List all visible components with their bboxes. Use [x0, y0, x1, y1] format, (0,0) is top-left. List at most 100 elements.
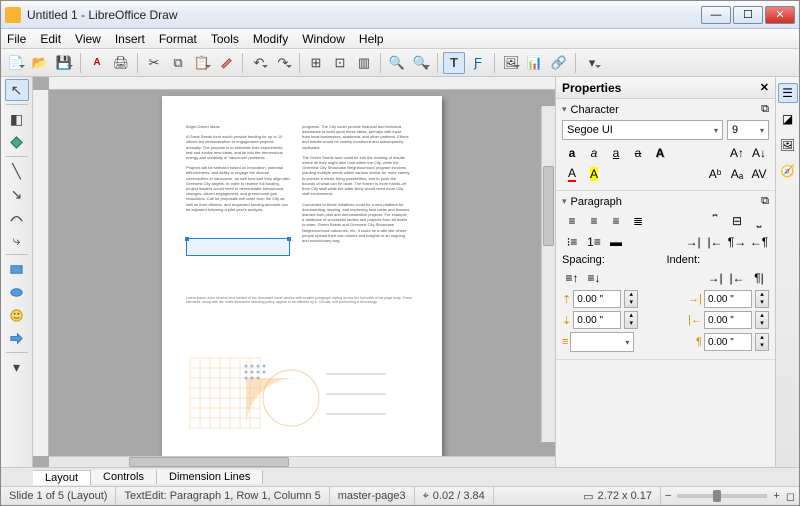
- print-button[interactable]: 🖨: [110, 52, 132, 74]
- vertical-ruler[interactable]: [33, 90, 49, 456]
- line-tool[interactable]: ╲: [5, 160, 29, 182]
- grid-button[interactable]: ⊞: [305, 52, 327, 74]
- valign-mid-button[interactable]: ⊟: [727, 212, 747, 230]
- copy-button[interactable]: ⧉: [167, 52, 189, 74]
- zoom-in-button[interactable]: +: [773, 490, 779, 502]
- underline-button[interactable]: a: [606, 144, 626, 162]
- selected-text-frame[interactable]: [186, 238, 290, 256]
- font-color-button[interactable]: A: [562, 165, 582, 183]
- tab-dimension[interactable]: Dimension Lines: [157, 470, 263, 484]
- connector-tool[interactable]: ⤷: [5, 229, 29, 251]
- align-left-button[interactable]: ≡: [562, 212, 582, 230]
- ltr-button[interactable]: ¶→: [727, 233, 747, 251]
- inc-spacing-button[interactable]: ≡↑: [562, 269, 582, 287]
- panel-close-icon[interactable]: ✕: [760, 81, 769, 94]
- zoom-button[interactable]: 🔍: [386, 52, 408, 74]
- export-pdf-button[interactable]: A: [86, 52, 108, 74]
- zoom-out-button[interactable]: −: [665, 490, 671, 502]
- open-button[interactable]: 📂: [29, 52, 51, 74]
- indent-before-input[interactable]: ▴▾: [704, 290, 769, 308]
- space-above-input[interactable]: ▴▾: [573, 290, 638, 308]
- shadow-button[interactable]: A: [650, 144, 670, 162]
- fill-color-tool[interactable]: [5, 131, 29, 153]
- italic-button[interactable]: a: [584, 144, 604, 162]
- first-line-input[interactable]: ▴▾: [704, 333, 769, 351]
- hyperlink-button[interactable]: 🔗: [548, 52, 570, 74]
- strike-button[interactable]: a: [628, 144, 648, 162]
- highlight-button[interactable]: A: [584, 165, 604, 183]
- menu-window[interactable]: Window: [302, 32, 345, 46]
- section-more-icon[interactable]: ⧉: [761, 103, 769, 116]
- valign-top-button[interactable]: ⎴: [705, 212, 725, 230]
- maximize-button[interactable]: ☐: [733, 6, 763, 24]
- save-button[interactable]: 💾: [53, 52, 75, 74]
- cut-button[interactable]: ✂: [143, 52, 165, 74]
- tab-controls[interactable]: Controls: [91, 470, 157, 484]
- valign-bot-button[interactable]: ⎵: [749, 212, 769, 230]
- tab-layout[interactable]: Layout: [33, 470, 91, 485]
- fontwork-button[interactable]: Ƒ: [467, 52, 489, 74]
- document-viewport[interactable]: Bright Green IdeasA Great Seeds fund wou…: [49, 90, 555, 456]
- undo-button[interactable]: ↶: [248, 52, 270, 74]
- ellipse-tool[interactable]: [5, 281, 29, 303]
- zoom-fit-button[interactable]: ◻: [786, 490, 795, 503]
- rtl-button[interactable]: ←¶: [749, 233, 769, 251]
- minimize-button[interactable]: —: [701, 6, 731, 24]
- helplines-button[interactable]: ▥: [353, 52, 375, 74]
- snap-guides-button[interactable]: ⊡: [329, 52, 351, 74]
- zoom-slider[interactable]: [677, 494, 767, 498]
- status-master[interactable]: master-page3: [330, 487, 415, 505]
- toolbar-overflow[interactable]: ▾: [581, 52, 603, 74]
- smiley-tool[interactable]: [5, 304, 29, 326]
- dec-indent-button[interactable]: |←: [705, 233, 725, 251]
- line-color-tool[interactable]: ◧: [5, 108, 29, 130]
- increase-font-button[interactable]: A↑: [727, 144, 747, 162]
- align-right-button[interactable]: ≡: [606, 212, 626, 230]
- hanging-button[interactable]: ¶|: [749, 269, 769, 287]
- tab-gallery-icon[interactable]: 🖼: [778, 135, 798, 155]
- textbox-button[interactable]: T: [443, 52, 465, 74]
- clone-format-button[interactable]: [215, 52, 237, 74]
- block-arrow-tool[interactable]: [5, 327, 29, 349]
- curve-tool[interactable]: [5, 206, 29, 228]
- horizontal-scrollbar[interactable]: [49, 456, 555, 467]
- align-center-button[interactable]: ≡: [584, 212, 604, 230]
- menu-insert[interactable]: Insert: [115, 32, 145, 46]
- menu-file[interactable]: File: [7, 32, 26, 46]
- subscript-button[interactable]: Aₐ: [727, 165, 747, 183]
- inc-indent-button[interactable]: →|: [683, 233, 703, 251]
- font-name-select[interactable]: Segoe UI: [562, 120, 723, 140]
- lines-arrows-tool[interactable]: ↘: [5, 183, 29, 205]
- redo-button[interactable]: ↷: [272, 52, 294, 74]
- inc-indent2-button[interactable]: →|: [705, 269, 725, 287]
- vertical-scrollbar[interactable]: [541, 106, 555, 442]
- section-more-icon[interactable]: ⧉: [761, 195, 769, 208]
- bold-button[interactable]: a: [562, 144, 582, 162]
- zoom-drop-button[interactable]: 🔍: [410, 52, 432, 74]
- menu-format[interactable]: Format: [159, 32, 197, 46]
- font-size-select[interactable]: 9: [727, 120, 769, 140]
- page[interactable]: Bright Green IdeasA Great Seeds fund wou…: [162, 96, 442, 456]
- rectangle-tool[interactable]: [5, 258, 29, 280]
- bullets-button[interactable]: ⁝≡: [562, 233, 582, 251]
- menu-edit[interactable]: Edit: [40, 32, 61, 46]
- dec-spacing-button[interactable]: ≡↓: [584, 269, 604, 287]
- tab-shapes-icon[interactable]: ◪: [778, 109, 798, 129]
- close-button[interactable]: ✕: [765, 6, 795, 24]
- bg-color-button[interactable]: ▬: [606, 233, 626, 251]
- select-tool[interactable]: ↖: [5, 79, 29, 101]
- dec-indent2-button[interactable]: |←: [727, 269, 747, 287]
- menu-view[interactable]: View: [75, 32, 101, 46]
- char-spacing-button[interactable]: AV: [749, 165, 769, 183]
- image-button[interactable]: 🖼: [500, 52, 522, 74]
- superscript-button[interactable]: Aᵇ: [705, 165, 725, 183]
- line-spacing-select[interactable]: [570, 332, 634, 352]
- menu-help[interactable]: Help: [359, 32, 384, 46]
- menu-modify[interactable]: Modify: [253, 32, 288, 46]
- align-justify-button[interactable]: ≣: [628, 212, 648, 230]
- chart-button[interactable]: 📊: [524, 52, 546, 74]
- indent-after-input[interactable]: ▴▾: [704, 311, 769, 329]
- tab-properties-icon[interactable]: ☰: [778, 83, 798, 103]
- menu-tools[interactable]: Tools: [211, 32, 239, 46]
- paste-button[interactable]: 📋: [191, 52, 213, 74]
